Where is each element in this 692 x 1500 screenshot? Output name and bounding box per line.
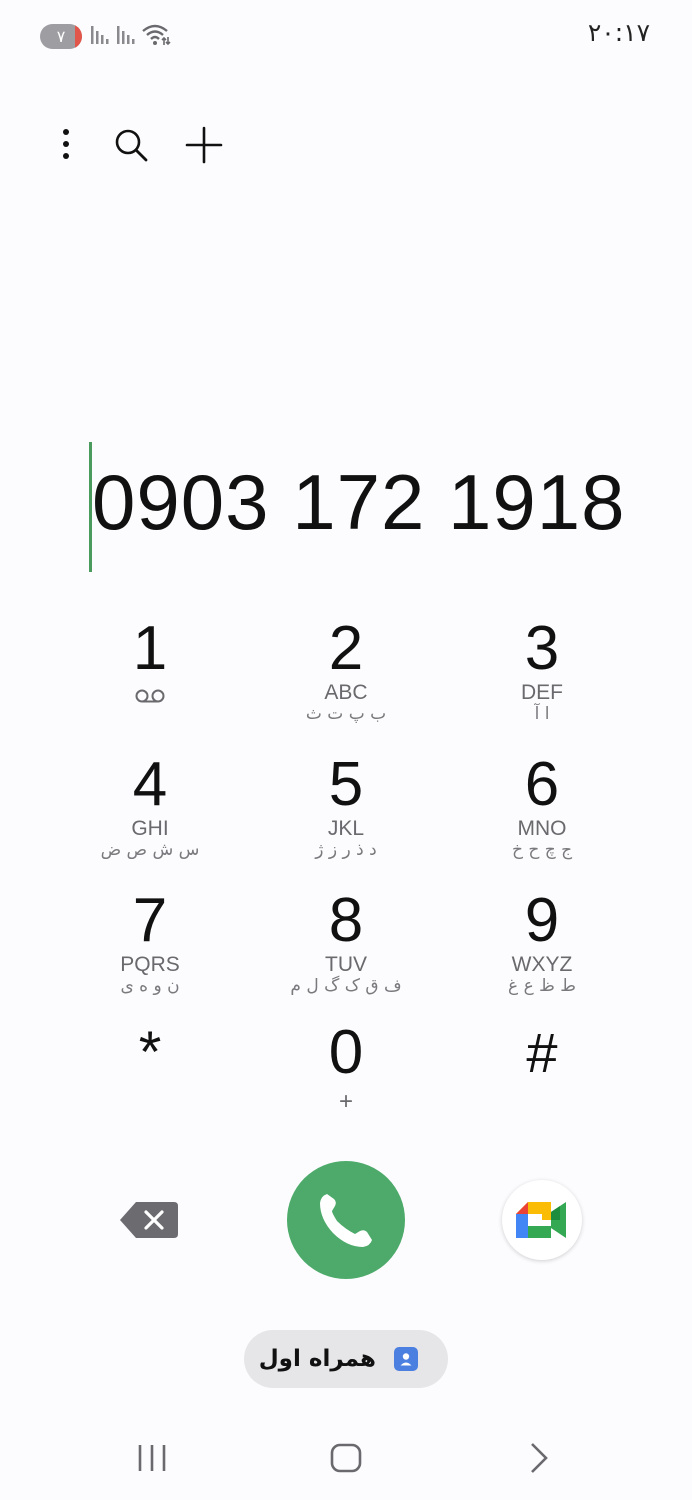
- key-persian-letters: ا آ: [534, 704, 550, 724]
- key-digit: 6: [524, 750, 560, 819]
- key-digit: 5: [328, 750, 364, 819]
- back-icon: [531, 1443, 548, 1473]
- backspace-icon: [120, 1202, 178, 1238]
- key-digit: 2: [328, 614, 364, 683]
- key-digit: 9: [524, 886, 560, 955]
- more-options-icon: [63, 129, 69, 159]
- google-meet-icon: [516, 1202, 566, 1238]
- key-digit: 4: [132, 750, 168, 819]
- key-digit: 8: [328, 886, 364, 955]
- key-8[interactable]: 8 TUV ف ق ک گ ل م: [248, 884, 444, 1014]
- sim-selector-chip[interactable]: همراه اول: [244, 1330, 448, 1388]
- key-star[interactable]: *: [52, 1016, 248, 1146]
- signal-sim2-icon: [117, 26, 135, 44]
- key-digit: 7: [132, 886, 168, 955]
- more-options-button[interactable]: [42, 122, 90, 170]
- search-icon: [115, 129, 148, 162]
- sim-label: همراه اول: [258, 1346, 376, 1372]
- key-digit: 3: [524, 614, 560, 683]
- recent-apps-button[interactable]: [122, 1434, 182, 1482]
- key-6[interactable]: 6 MNO ج چ ح خ: [444, 748, 640, 878]
- key-persian-letters: ط ظ ع غ: [508, 976, 576, 996]
- call-button[interactable]: [287, 1161, 405, 1279]
- signal-sim1-icon: [91, 26, 109, 44]
- key-letters: TUV: [325, 953, 367, 976]
- status-time: ۲۰:۱۷: [587, 18, 650, 47]
- home-button[interactable]: [316, 1434, 376, 1482]
- dialed-number: 0903 172 1918: [92, 458, 626, 546]
- key-letters: ABC: [324, 681, 368, 704]
- key-3[interactable]: 3 DEF ا آ: [444, 612, 640, 742]
- key-hash[interactable]: #: [444, 1016, 640, 1146]
- recent-apps-icon: [138, 1445, 166, 1471]
- key-persian-letters: س ش ص ض: [100, 840, 200, 860]
- key-persian-letters: ج چ ح خ: [511, 840, 573, 860]
- key-plus: +: [338, 1088, 353, 1115]
- wifi-icon: [142, 24, 171, 46]
- key-1[interactable]: 1: [52, 612, 248, 742]
- key-digit: *: [138, 1020, 162, 1085]
- key-5[interactable]: 5 JKL د ذ ر ز ژ: [248, 748, 444, 878]
- key-digit: 0: [328, 1018, 364, 1087]
- status-bar: ۷ ۲۰:۱۷: [0, 0, 692, 72]
- home-icon: [330, 1443, 362, 1473]
- key-9[interactable]: 9 WXYZ ط ظ ع غ: [444, 884, 640, 1014]
- contact-card-icon: [394, 1347, 418, 1371]
- add-contact-button[interactable]: [180, 122, 228, 170]
- voicemail-icon: [135, 689, 165, 703]
- back-button[interactable]: [510, 1434, 570, 1482]
- backspace-button[interactable]: [116, 1196, 182, 1244]
- key-digit: 1: [132, 614, 168, 683]
- key-letters: JKL: [327, 817, 365, 840]
- key-2[interactable]: 2 ABC ب پ ت ث: [248, 612, 444, 742]
- key-letters: MNO: [517, 817, 567, 840]
- key-digit: #: [526, 1021, 558, 1084]
- key-letters: PQRS: [120, 953, 180, 976]
- key-persian-letters: ف ق ک گ ل م: [290, 976, 402, 996]
- key-persian-letters: د ذ ر ز ژ: [315, 840, 377, 860]
- key-persian-letters: ب پ ت ث: [305, 704, 387, 724]
- key-4[interactable]: 4 GHI س ش ص ض: [52, 748, 248, 878]
- battery-indicator: ۷: [40, 24, 82, 49]
- search-button[interactable]: [107, 122, 155, 170]
- key-7[interactable]: 7 PQRS ن و ه ی: [52, 884, 248, 1014]
- key-letters: DEF: [521, 681, 563, 704]
- phone-call-icon: [320, 1194, 372, 1247]
- key-letters: GHI: [131, 817, 169, 840]
- add-contact-icon: [185, 126, 223, 164]
- key-letters: WXYZ: [511, 953, 573, 976]
- number-display[interactable]: 0903 172 1918: [0, 440, 692, 574]
- key-persian-letters: ن و ه ی: [120, 976, 180, 996]
- key-0[interactable]: 0 +: [248, 1016, 444, 1146]
- video-call-button[interactable]: [502, 1180, 582, 1260]
